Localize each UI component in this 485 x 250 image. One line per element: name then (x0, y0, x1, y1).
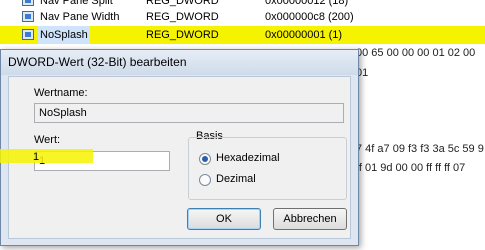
cancel-button[interactable]: Abbrechen (273, 208, 347, 230)
hex-radio-label[interactable]: Hexadezimal (216, 152, 280, 164)
registry-row-selected[interactable]: NoSplash REG_DWORD 0x00000001 (1) (0, 26, 485, 44)
ok-button[interactable]: OK (187, 208, 261, 230)
dword-value-icon (22, 0, 34, 6)
dec-radio-label[interactable]: Dezimal (216, 173, 256, 185)
dialog-title[interactable]: DWORD-Wert (32-Bit) bearbeiten (1, 50, 358, 75)
registry-row[interactable]: Nav Pane Width REG_DWORD 0x000000c8 (200… (0, 8, 485, 26)
value-data-label: Wert: (34, 134, 61, 146)
binary-data-fragment: 7 4f a7 09 f3 f3 3a 5c 59 9 (356, 143, 484, 155)
dec-radio[interactable] (199, 174, 211, 186)
registry-value-name: Nav Pane Width (40, 11, 120, 23)
registry-value-type: REG_DWORD (146, 11, 219, 23)
dword-value-icon (22, 29, 34, 40)
value-data-input-text-overlay: 1 (33, 151, 40, 163)
binary-data-fragment: ff 01 9d 00 00 ff ff ff 07 (356, 162, 466, 174)
value-name-label: Wertname: (34, 87, 88, 99)
base-group (188, 137, 347, 200)
binary-data-fragment: 00 65 00 00 00 01 02 00 (356, 47, 476, 59)
registry-value-type: REG_DWORD (146, 29, 219, 41)
highlight-marker (0, 149, 93, 163)
registry-value-name: NoSplash (38, 26, 90, 44)
registry-value-data: 0x00000001 (1) (265, 29, 343, 41)
dword-value-icon (22, 11, 34, 22)
registry-value-data: 0x000000c8 (200) (265, 11, 354, 23)
hex-radio[interactable] (199, 153, 211, 165)
edit-dword-dialog: DWORD-Wert (32-Bit) bearbeiten Wertname:… (0, 49, 359, 246)
value-name-field: NoSplash (34, 103, 344, 123)
